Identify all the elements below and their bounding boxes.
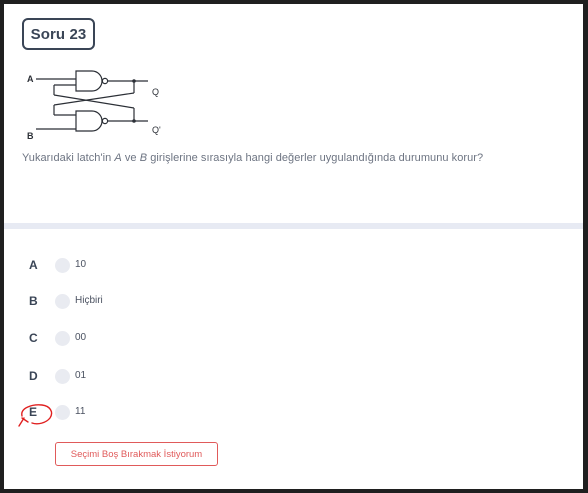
radio-button[interactable] — [55, 258, 70, 273]
sr-latch-diagram: A B Q Q' — [27, 70, 161, 141]
radio-button[interactable] — [55, 294, 70, 309]
question-number-badge: Soru 23 — [22, 18, 95, 50]
question-text-part: ve — [121, 152, 140, 164]
question-text-part: girişlerine sırasıyla hangi değerler uyg… — [147, 152, 484, 164]
option-c[interactable]: C 00 — [4, 329, 404, 349]
option-text: 00 — [75, 332, 87, 343]
radio-button[interactable] — [55, 369, 70, 384]
question-panel: Soru 23 A B Q Q' Yukarıdaki latch'in A v… — [4, 4, 583, 489]
handwritten-circle-annotation — [18, 404, 53, 427]
option-text: 01 — [75, 370, 87, 381]
option-letter: C — [29, 331, 38, 345]
option-a[interactable]: A 10 — [4, 256, 404, 276]
radio-button[interactable] — [55, 331, 70, 346]
output-q-label: Q — [152, 87, 159, 97]
variable-a: A — [114, 152, 122, 164]
skip-question-button[interactable]: Seçimi Boş Bırakmak İstiyorum — [55, 442, 218, 466]
question-text-part: Yukarıdaki latch'in — [22, 152, 115, 164]
option-d[interactable]: D 01 — [4, 367, 404, 387]
option-letter: A — [29, 258, 38, 272]
output-q-prime-label: Q' — [152, 125, 161, 135]
input-a-label: A — [27, 74, 34, 84]
option-b[interactable]: B Hiçbiri — [4, 292, 404, 312]
input-b-label: B — [27, 131, 34, 141]
option-e[interactable]: E 11 — [4, 403, 404, 423]
section-divider — [4, 223, 583, 229]
option-text: Hiçbiri — [75, 295, 103, 306]
question-text: Yukarıdaki latch'in A ve B girişlerine s… — [22, 152, 572, 164]
option-letter: B — [29, 294, 38, 308]
option-text: 10 — [75, 259, 87, 270]
variable-b: B — [139, 152, 148, 164]
option-letter: D — [29, 369, 38, 383]
option-text: 11 — [75, 406, 86, 417]
